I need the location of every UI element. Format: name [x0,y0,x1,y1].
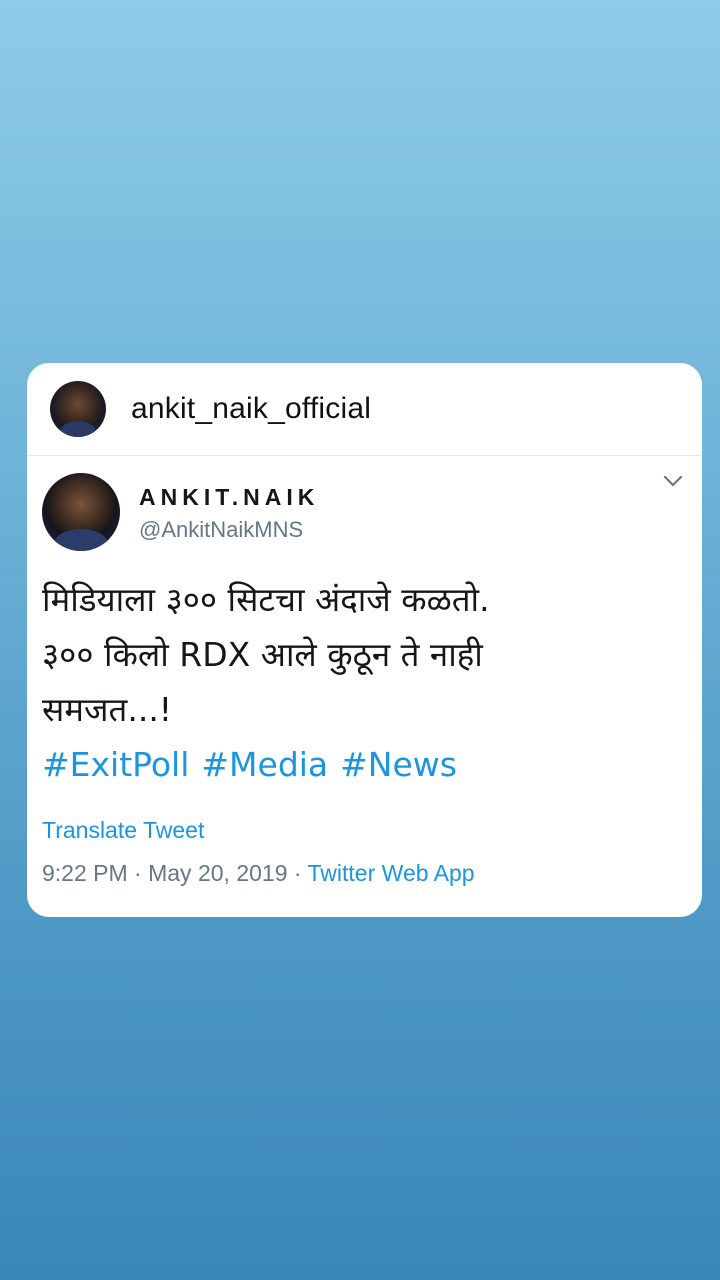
tweet-text-line: समजत...! [42,690,173,729]
story-username[interactable]: ankit_naik_official [131,392,371,426]
author-display-name[interactable]: ANKIT.NAIK [139,484,319,511]
tweet-text: मिडियाला ३०० सिटचा अंदाजे कळतो. ३०० किलो… [42,572,682,792]
tweet-text-line: ३०० किलो RDX आले कुठून ते नाही [42,635,483,674]
meta-separator: · [293,860,302,886]
hashtag-link[interactable]: #News [340,745,457,784]
author-avatar[interactable] [42,473,120,551]
tweet[interactable]: ANKIT.NAIK @AnkitNaikMNS मिडियाला ३०० सि… [27,456,702,887]
hashtag-link[interactable]: #ExitPoll [42,745,189,784]
meta-separator: · [134,860,142,886]
translate-tweet-link[interactable]: Translate Tweet [42,817,686,844]
tweet-source-link[interactable]: Twitter Web App [308,860,475,886]
chevron-down-icon[interactable] [662,470,684,492]
hashtag-link[interactable]: #Media [201,745,328,784]
story-avatar[interactable] [50,381,106,437]
tweet-text-line: मिडियाला ३०० सिटचा अंदाजे कळतो. [42,580,490,619]
tweet-metadata: 9:22 PM · May 20, 2019 · Twitter Web App [42,860,686,887]
author-handle[interactable]: @AnkitNaikMNS [139,517,319,543]
author-names: ANKIT.NAIK @AnkitNaikMNS [139,482,319,543]
tweet-author: ANKIT.NAIK @AnkitNaikMNS [42,473,686,551]
story-header: ankit_naik_official [27,363,702,456]
tweet-time[interactable]: 9:22 PM [42,860,128,886]
shared-tweet-card: ankit_naik_official ANKIT.NAIK @AnkitNai… [27,363,702,917]
tweet-hashtags: #ExitPoll #Media #News [42,737,682,792]
tweet-date[interactable]: May 20, 2019 [148,860,287,886]
